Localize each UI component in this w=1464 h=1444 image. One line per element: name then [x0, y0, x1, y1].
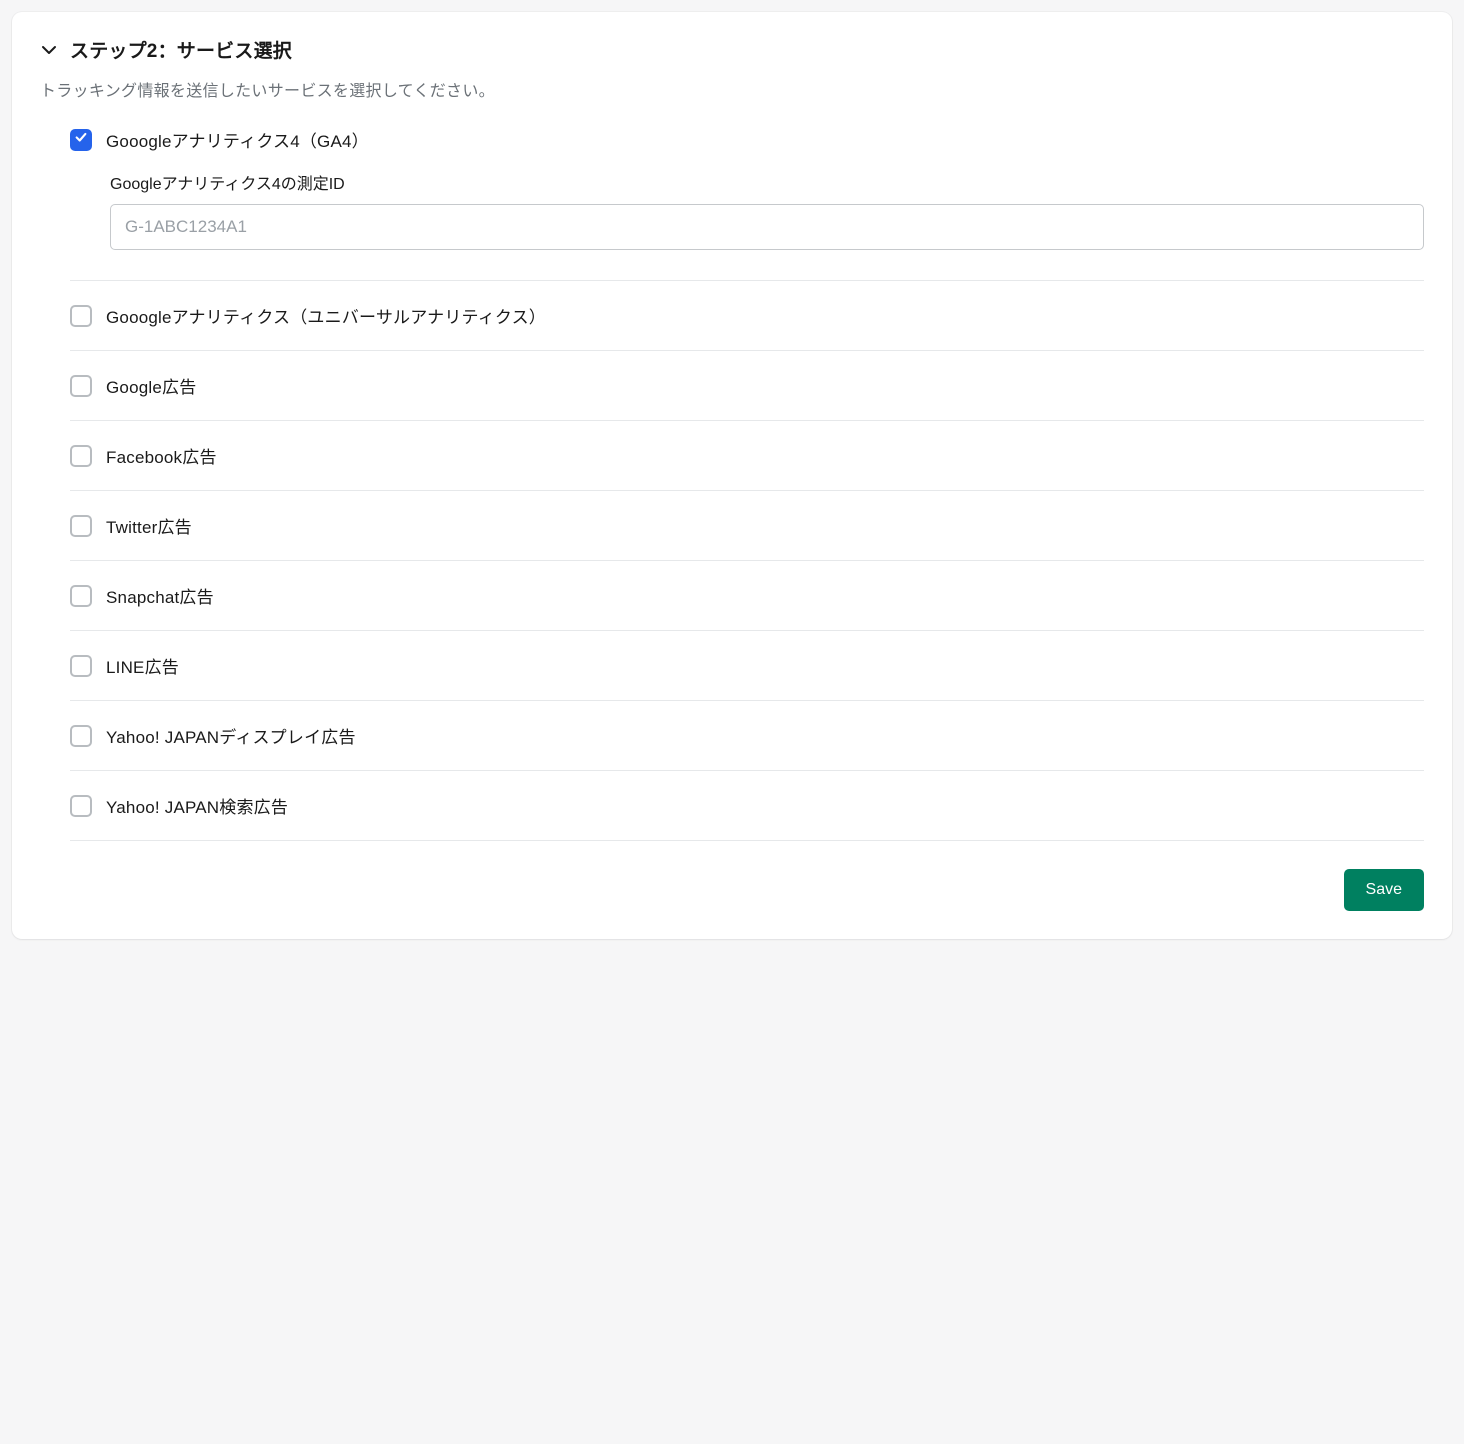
- checkbox-google-ads[interactable]: [70, 375, 92, 397]
- checkbox-snapchat-ads[interactable]: [70, 585, 92, 607]
- service-row-yahoo-display-ads: Yahoo! JAPANディスプレイ広告: [70, 701, 1424, 771]
- service-check: Google広告: [70, 373, 1424, 398]
- settings-card: ステップ2：サービス選択 トラッキング情報を送信したいサービスを選択してください…: [12, 12, 1452, 939]
- service-label: LINE広告: [106, 653, 179, 678]
- step-title: ステップ2：サービス選択: [70, 36, 292, 63]
- service-label: Facebook広告: [106, 443, 217, 468]
- service-row-google-ads: Google広告: [70, 351, 1424, 421]
- checkbox-ua[interactable]: [70, 305, 92, 327]
- service-check: Twitter広告: [70, 513, 1424, 538]
- checkbox-yahoo-display-ads[interactable]: [70, 725, 92, 747]
- service-label: Twitter広告: [106, 513, 192, 538]
- service-label: Gooogleアナリティクス（ユニバーサルアナリティクス）: [106, 303, 546, 328]
- service-label: Gooogleアナリティクス4（GA4）: [106, 127, 369, 152]
- checkbox-yahoo-search-ads[interactable]: [70, 795, 92, 817]
- ga4-measurement-id-label: Googleアナリティクス4の測定ID: [110, 170, 1424, 194]
- service-row-ga4: Gooogleアナリティクス4（GA4） Googleアナリティクス4の測定ID: [70, 123, 1424, 281]
- actions-bar: Save: [40, 869, 1424, 911]
- service-check: Yahoo! JAPAN検索広告: [70, 793, 1424, 818]
- service-row-twitter-ads: Twitter広告: [70, 491, 1424, 561]
- checkbox-ga4[interactable]: [70, 129, 92, 151]
- service-label: Yahoo! JAPANディスプレイ広告: [106, 723, 356, 748]
- service-label: Snapchat広告: [106, 583, 214, 608]
- service-row-facebook-ads: Facebook広告: [70, 421, 1424, 491]
- service-row-line-ads: LINE広告: [70, 631, 1424, 701]
- service-check: Facebook広告: [70, 443, 1424, 468]
- ga4-measurement-id-input[interactable]: [110, 204, 1424, 250]
- service-check: Yahoo! JAPANディスプレイ広告: [70, 723, 1424, 748]
- chevron-down-icon: [40, 41, 58, 59]
- service-row-ua: Gooogleアナリティクス（ユニバーサルアナリティクス）: [70, 281, 1424, 351]
- service-row-snapchat-ads: Snapchat広告: [70, 561, 1424, 631]
- service-label: Google広告: [106, 373, 196, 398]
- checkbox-facebook-ads[interactable]: [70, 445, 92, 467]
- service-check: Snapchat広告: [70, 583, 1424, 608]
- checkbox-line-ads[interactable]: [70, 655, 92, 677]
- step-description: トラッキング情報を送信したいサービスを選択してください。: [40, 77, 1424, 101]
- ga4-measurement-id-field: Googleアナリティクス4の測定ID: [110, 170, 1424, 250]
- checkbox-twitter-ads[interactable]: [70, 515, 92, 537]
- step-header[interactable]: ステップ2：サービス選択: [40, 36, 1424, 63]
- service-check: LINE広告: [70, 653, 1424, 678]
- check-icon: [74, 130, 88, 149]
- service-row-yahoo-search-ads: Yahoo! JAPAN検索広告: [70, 771, 1424, 841]
- save-button[interactable]: Save: [1344, 869, 1424, 911]
- service-label: Yahoo! JAPAN検索広告: [106, 793, 288, 818]
- service-check: Gooogleアナリティクス4（GA4）: [70, 127, 1424, 152]
- service-check: Gooogleアナリティクス（ユニバーサルアナリティクス）: [70, 303, 1424, 328]
- services-list: Gooogleアナリティクス4（GA4） Googleアナリティクス4の測定ID…: [70, 123, 1424, 841]
